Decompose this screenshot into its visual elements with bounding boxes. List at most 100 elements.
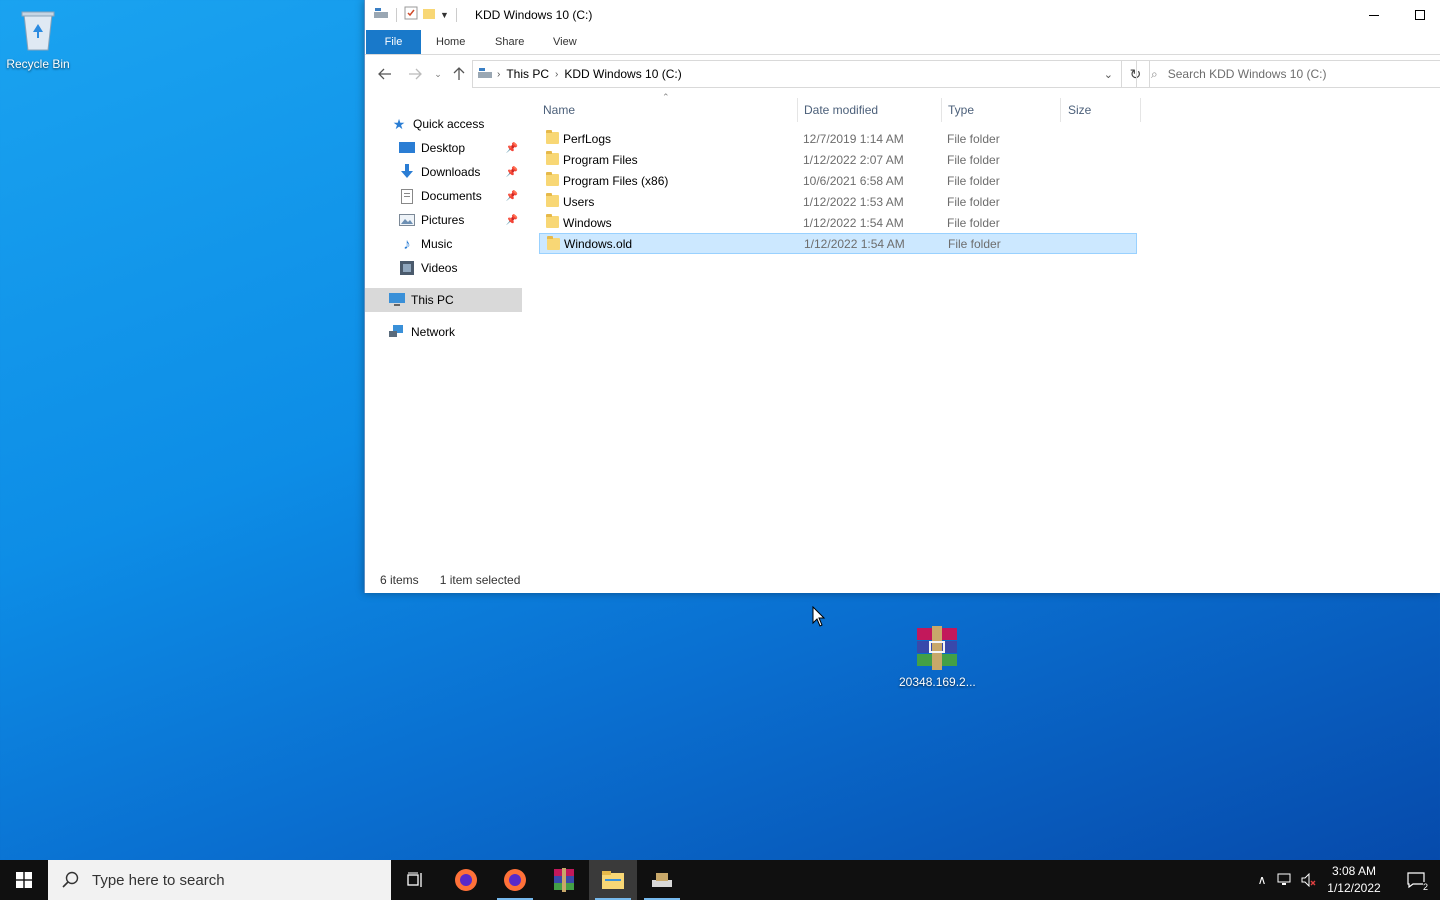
nav-videos[interactable]: Videos [365,256,522,280]
address-bar[interactable]: › This PC › KDD Windows 10 (C:) ⌄ [472,60,1122,88]
taskbar-file-explorer[interactable] [589,860,637,900]
search-box[interactable]: ⌕ Search KDD Windows 10 (C:) [1136,60,1440,88]
maximize-button[interactable] [1397,0,1440,30]
winrar-archive[interactable]: 20348.169.2... [899,626,976,689]
windows-logo-icon [16,872,32,888]
firefox-icon [455,869,477,891]
start-button[interactable] [0,860,48,900]
nav-label: This PC [411,293,454,307]
ribbon-tabs: File Home Share View [365,30,1440,55]
search-icon: ⌕ [1151,66,1158,81]
recent-locations-button[interactable]: ⌄ [428,64,448,84]
file-name: Users [563,194,595,209]
chevron-right-icon[interactable]: › [555,69,558,80]
file-name: PerfLogs [563,131,612,146]
folder-icon [546,151,559,165]
title-bar[interactable]: ▼ KDD Windows 10 (C:) [365,0,1440,30]
column-size[interactable]: Size [1068,100,1091,120]
nav-label: Documents [421,189,482,203]
installer-icon [652,873,672,887]
file-row[interactable]: Users 1/12/2022 1:53 AM File folder [539,191,1137,212]
properties-icon[interactable] [404,6,418,23]
folder-icon [547,236,560,250]
maximize-icon [1415,10,1425,20]
recycle-bin[interactable]: Recycle Bin [0,6,76,71]
arrow-up-icon [453,67,465,80]
chevron-right-icon[interactable]: › [497,69,500,80]
file-type: File folder [947,215,1000,230]
show-hidden-icons-icon[interactable]: ∧ [1252,873,1272,887]
navigation-pane: ★ Quick access Desktop 📌 Downloads 📌 Doc… [365,100,523,560]
file-row[interactable]: Windows 1/12/2022 1:54 AM File folder [539,212,1137,233]
nav-pictures[interactable]: Pictures 📌 [365,208,522,232]
column-name[interactable]: Name [543,100,575,120]
file-explorer-window: ▼ KDD Windows 10 (C:) File Home Share Vi… [364,0,1440,593]
folder-icon [546,172,559,186]
file-date: 1/12/2022 1:53 AM [803,194,904,209]
file-type: File folder [947,131,1000,146]
column-date-modified[interactable]: Date modified [804,100,878,120]
taskbar-firefox-2[interactable] [491,860,539,900]
nav-this-pc[interactable]: This PC [365,288,522,312]
new-folder-icon[interactable] [422,6,436,23]
tab-file[interactable]: File [366,30,421,54]
folder-icon [546,193,559,207]
taskbar-firefox[interactable] [442,860,490,900]
action-center-button[interactable]: 2 [1392,860,1440,900]
file-date: 1/12/2022 1:54 AM [803,215,904,230]
file-type: File folder [947,152,1000,167]
firefox-icon [504,869,526,891]
breadcrumb-drive[interactable]: KDD Windows 10 (C:) [564,67,681,81]
taskbar-winrar[interactable] [540,860,588,900]
column-type[interactable]: Type [948,100,974,120]
mouse-cursor-icon [812,606,826,627]
status-bar: 6 items 1 item selected [365,567,1440,593]
file-date: 1/12/2022 2:07 AM [803,152,904,167]
up-button[interactable] [449,64,469,84]
nav-label: Music [421,237,453,251]
file-row[interactable]: Program Files (x86) 10/6/2021 6:58 AM Fi… [539,170,1137,191]
file-row[interactable]: PerfLogs 12/7/2019 1:14 AM File folder [539,128,1137,149]
breadcrumb-this-pc[interactable]: This PC [506,67,549,81]
nav-documents[interactable]: Documents 📌 [365,184,522,208]
videos-icon [399,260,415,276]
volume-muted-icon[interactable] [1298,873,1320,887]
file-row[interactable]: Program Files 1/12/2022 2:07 AM File fol… [539,149,1137,170]
network-status-icon[interactable] [1272,873,1298,887]
recycle-bin-icon [21,11,55,51]
nav-network[interactable]: Network [365,320,522,344]
nav-quick-access[interactable]: ★ Quick access [365,112,522,136]
pictures-icon [399,212,415,228]
selection-count: 1 item selected [439,573,521,587]
nav-desktop[interactable]: Desktop 📌 [365,136,522,160]
nav-downloads[interactable]: Downloads 📌 [365,160,522,184]
address-dropdown-icon[interactable]: ⌄ [1104,68,1113,81]
file-row-selected[interactable]: Windows.old 1/12/2022 1:54 AM File folde… [539,233,1137,254]
forward-button[interactable] [405,64,425,84]
task-view-button[interactable] [392,860,440,900]
nav-music[interactable]: ♪ Music [365,232,522,256]
search-placeholder: Search KDD Windows 10 (C:) [1167,67,1327,81]
folder-icon [546,214,559,228]
tab-home[interactable]: Home [436,30,465,54]
taskbar-installer[interactable] [638,860,686,900]
file-name: Program Files [563,152,638,167]
pin-icon[interactable]: 📌 [506,191,518,202]
chevron-down-icon: ⌄ [434,68,442,79]
pin-icon[interactable]: 📌 [506,167,518,178]
nav-label: Downloads [421,165,481,179]
file-name: Windows [563,215,612,230]
clock-time: 3:08 AM [1331,864,1377,878]
pin-icon[interactable]: 📌 [506,215,518,226]
tab-share[interactable]: Share [495,30,524,54]
back-button[interactable] [375,64,395,84]
customize-qat-icon[interactable]: ▼ [440,10,449,20]
search-icon [62,871,79,888]
taskbar-search-box[interactable]: Type here to search [48,860,391,900]
minimize-button[interactable] [1351,0,1397,30]
tab-view[interactable]: View [553,30,577,54]
computer-icon [389,292,405,308]
drive-icon [373,6,389,23]
clock[interactable]: 3:08 AM 1/12/2022 [1318,860,1390,900]
pin-icon[interactable]: 📌 [506,143,518,154]
